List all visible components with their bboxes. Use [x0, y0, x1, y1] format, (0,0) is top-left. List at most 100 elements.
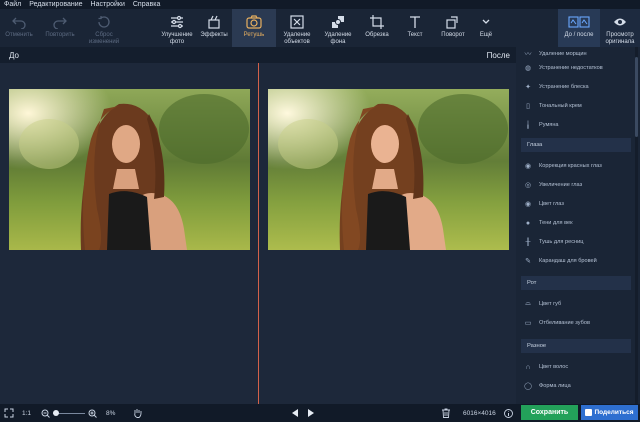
tool-eye-enlarge[interactable]: ◎ Увеличение глаз: [516, 176, 634, 194]
tool-eyeshadow[interactable]: ● Тени для век: [516, 214, 634, 232]
tool-face-shape[interactable]: ◯ Форма лица: [516, 377, 634, 395]
remove-bg-button[interactable]: Удаление фона: [318, 9, 358, 47]
more-label: Ещё: [479, 32, 493, 38]
compare-divider[interactable]: [258, 63, 259, 404]
zoom-value: 8%: [106, 409, 116, 417]
retouch-button[interactable]: Ретушь: [232, 9, 276, 47]
enhance-label: Улучшение фото: [161, 32, 193, 45]
zoom-out-icon[interactable]: [41, 404, 50, 422]
share-icon: [585, 409, 593, 416]
blush-icon: ╽: [525, 122, 531, 129]
zoom-slider[interactable]: [53, 404, 85, 422]
eyeshadow-icon: ●: [525, 219, 531, 227]
section-misc-label: Разное: [527, 343, 547, 349]
lips-icon: ⌓: [525, 300, 531, 307]
text-button[interactable]: Текст: [396, 9, 434, 47]
reset-button[interactable]: Сброс изменений: [82, 9, 126, 47]
prev-image-icon[interactable]: [292, 404, 299, 422]
section-misc[interactable]: Разное: [521, 339, 631, 353]
text-label: Текст: [407, 32, 423, 38]
section-mouth[interactable]: Рот: [521, 276, 631, 290]
eyes-tools: ◉ Коррекция красных глаз ◎ Увеличение гл…: [516, 157, 640, 277]
rotate-button[interactable]: Поворот: [434, 9, 472, 47]
scrollbar-thumb[interactable]: [635, 57, 638, 137]
brow-pencil-icon: ✎: [525, 258, 531, 265]
menu-settings[interactable]: Настройки: [87, 0, 129, 9]
tool-teeth-whitening[interactable]: ▭ Отбеливание зубов: [516, 314, 634, 332]
before-label: До: [9, 51, 19, 60]
blemish-icon: ◍: [524, 65, 532, 72]
section-eyes[interactable]: Глаза: [521, 138, 631, 152]
share-label: Поделиться: [594, 409, 634, 416]
before-after-label: До / после: [564, 32, 594, 38]
crop-button[interactable]: Обрезка: [358, 9, 396, 47]
share-button[interactable]: Поделиться: [581, 405, 638, 420]
redo-label: Повторить: [45, 32, 75, 38]
face-shape-icon: ◯: [524, 383, 532, 390]
after-photo: [268, 89, 509, 250]
view-original-button[interactable]: Просмотр оригинала: [600, 9, 640, 47]
retouch-label: Ретушь: [243, 32, 265, 38]
after-label: После: [486, 51, 510, 60]
tool-hair-color[interactable]: ∩ Цвет волос: [516, 358, 634, 376]
view-original-label: Просмотр оригинала: [605, 32, 635, 45]
wrinkle-icon: 〰: [524, 51, 532, 58]
undo-label: Отменить: [5, 32, 33, 38]
menu-file[interactable]: Файл: [0, 0, 25, 9]
menu-bar: Файл Редактирование Настройки Справка: [0, 0, 640, 9]
zoom-in-icon[interactable]: [88, 404, 97, 422]
tool-foundation[interactable]: ▯ Тональный крем: [516, 97, 634, 115]
menu-edit[interactable]: Редактирование: [25, 0, 86, 9]
panel-scrollbar[interactable]: [635, 47, 638, 404]
tool-blemishes[interactable]: ◍ Устранение недостатков: [516, 59, 634, 77]
eye-color-icon: ◉: [524, 201, 532, 208]
compare-icon: [568, 14, 590, 30]
tool-mascara[interactable]: ╫ Тушь для ресниц: [516, 233, 634, 251]
fit-icon[interactable]: [4, 404, 14, 422]
tool-shine[interactable]: ✦ Устранение блеска: [516, 78, 634, 96]
eye-enlarge-icon: ◎: [524, 182, 532, 189]
section-mouth-label: Рот: [527, 280, 537, 286]
compare-header: До После: [0, 47, 516, 63]
tool-eye-color[interactable]: ◉ Цвет глаз: [516, 195, 634, 213]
redo-icon: [53, 14, 67, 30]
enhance-button[interactable]: Улучшение фото: [158, 9, 196, 47]
remove-objects-icon: [290, 14, 304, 30]
tool-redeye[interactable]: ◉ Коррекция красных глаз: [516, 157, 634, 175]
retouch-icon: [246, 14, 262, 30]
remove-bg-label: Удаление фона: [324, 32, 352, 45]
tool-blush[interactable]: ╽ Румяна: [516, 116, 634, 134]
redo-button[interactable]: Повторить: [38, 9, 82, 47]
zoom-slider-thumb[interactable]: [53, 409, 59, 416]
section-eyes-label: Глаза: [527, 142, 543, 148]
trash-icon[interactable]: [442, 404, 450, 422]
save-button[interactable]: Сохранить: [521, 405, 578, 420]
before-after-button[interactable]: До / после: [558, 9, 600, 47]
remove-bg-icon: [331, 14, 345, 30]
before-photo: [9, 89, 250, 250]
reset-icon: [97, 14, 111, 30]
menu-help[interactable]: Справка: [129, 0, 164, 9]
redeye-icon: ◉: [524, 163, 532, 170]
sliders-icon: [170, 14, 184, 30]
tool-brow-pencil[interactable]: ✎ Карандаш для бровей: [516, 252, 634, 270]
eye-icon: [613, 14, 627, 30]
mascara-icon: ╫: [525, 238, 531, 246]
crop-label: Обрезка: [365, 32, 389, 38]
more-button[interactable]: Ещё: [472, 9, 500, 47]
hand-icon[interactable]: [133, 404, 142, 422]
next-image-icon[interactable]: [307, 404, 314, 422]
foundation-icon: ▯: [526, 103, 530, 110]
effects-label: Эффекты: [200, 32, 228, 38]
undo-icon: [12, 14, 26, 30]
info-icon[interactable]: [504, 404, 513, 422]
image-dimensions: 6016×4016: [463, 409, 496, 417]
text-icon: [408, 14, 422, 30]
remove-objects-button[interactable]: Удаление объектов: [276, 9, 318, 47]
effects-button[interactable]: Эффекты: [196, 9, 232, 47]
ratio-button[interactable]: 1:1: [22, 404, 31, 422]
crop-icon: [370, 14, 384, 30]
mouth-tools: ⌓ Цвет губ ▭ Отбеливание зубов: [516, 295, 640, 335]
tool-lip-color[interactable]: ⌓ Цвет губ: [516, 295, 634, 313]
undo-button[interactable]: Отменить: [0, 9, 38, 47]
